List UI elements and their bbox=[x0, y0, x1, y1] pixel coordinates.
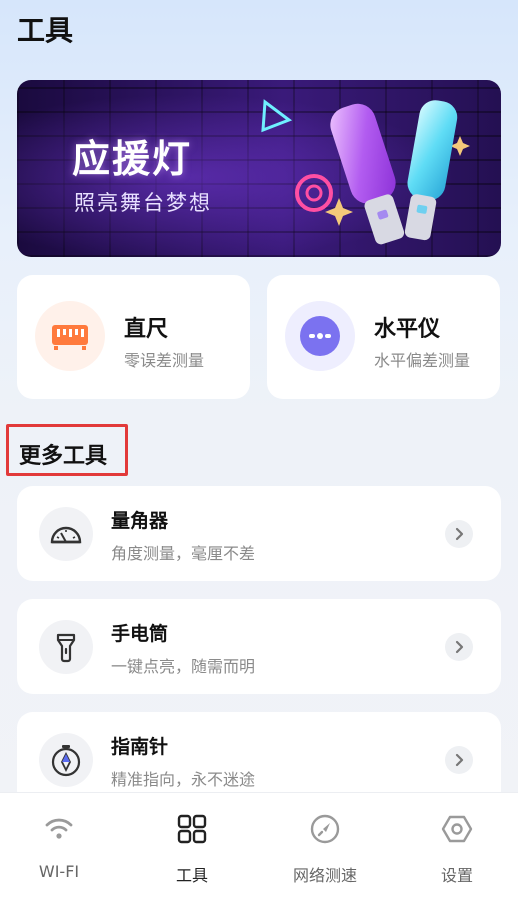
level-icon bbox=[285, 301, 355, 371]
tab-settings[interactable]: 设置 bbox=[392, 793, 518, 897]
ruler-subtitle: 零误差测量 bbox=[124, 351, 205, 370]
ruler-title: 直尺 bbox=[124, 317, 169, 342]
level-subtitle: 水平偏差测量 bbox=[374, 351, 471, 370]
flashlight-title: 手电筒 bbox=[111, 623, 169, 645]
flashlight-icon bbox=[39, 620, 93, 674]
speedometer-icon bbox=[310, 814, 340, 844]
protractor-title: 量角器 bbox=[111, 510, 169, 532]
tab-speed-test[interactable]: 网络测速 bbox=[260, 793, 390, 897]
neon-triangle-shape bbox=[261, 99, 293, 133]
purple-glow-stick bbox=[330, 103, 405, 245]
chevron-right-icon[interactable] bbox=[445, 520, 473, 548]
compass-title: 指南针 bbox=[111, 736, 169, 758]
section-title-more-tools: 更多工具 bbox=[6, 424, 128, 476]
tab-wifi[interactable]: WI-FI bbox=[0, 793, 124, 897]
protractor-icon bbox=[39, 507, 93, 561]
flashlight-subtitle: 一键点亮，随需而明 bbox=[111, 657, 256, 676]
tab-tools[interactable]: 工具 bbox=[127, 793, 257, 897]
tab-label-settings: 设置 bbox=[440, 866, 473, 885]
chevron-right-icon[interactable] bbox=[445, 746, 473, 774]
cyan-glow-stick bbox=[404, 100, 458, 241]
tab-label-wifi: WI-FI bbox=[38, 862, 80, 881]
tab-label-tools: 工具 bbox=[175, 866, 208, 885]
cheer-light-banner[interactable]: 应援灯 照亮舞台梦想 bbox=[17, 80, 501, 257]
ruler-card[interactable]: 直尺 零误差测量 bbox=[17, 275, 250, 399]
ruler-icon bbox=[35, 301, 105, 371]
banner-subtitle: 照亮舞台梦想 bbox=[74, 191, 212, 215]
compass-icon bbox=[39, 733, 93, 787]
hexagon-gear-icon bbox=[441, 815, 473, 843]
tool-item-protractor[interactable]: 量角器 角度测量，毫厘不差 bbox=[17, 486, 501, 581]
banner-title: 应援灯 bbox=[72, 137, 193, 181]
tool-item-flashlight[interactable]: 手电筒 一键点亮，随需而明 bbox=[17, 599, 501, 694]
compass-subtitle: 精准指向，永不迷途 bbox=[111, 770, 256, 789]
protractor-subtitle: 角度测量，毫厘不差 bbox=[111, 544, 256, 563]
page-title: 工具 bbox=[17, 14, 74, 47]
level-title: 水平仪 bbox=[374, 317, 441, 342]
grid-icon bbox=[177, 814, 207, 844]
neon-ring-shape bbox=[295, 174, 333, 212]
chevron-right-icon[interactable] bbox=[445, 633, 473, 661]
tab-label-speed-test: 网络测速 bbox=[292, 866, 357, 885]
level-card[interactable]: 水平仪 水平偏差测量 bbox=[267, 275, 500, 399]
bottom-tab-bar: WI-FI 工具 网络测速 设置 bbox=[0, 792, 518, 897]
wifi-icon bbox=[45, 818, 73, 839]
